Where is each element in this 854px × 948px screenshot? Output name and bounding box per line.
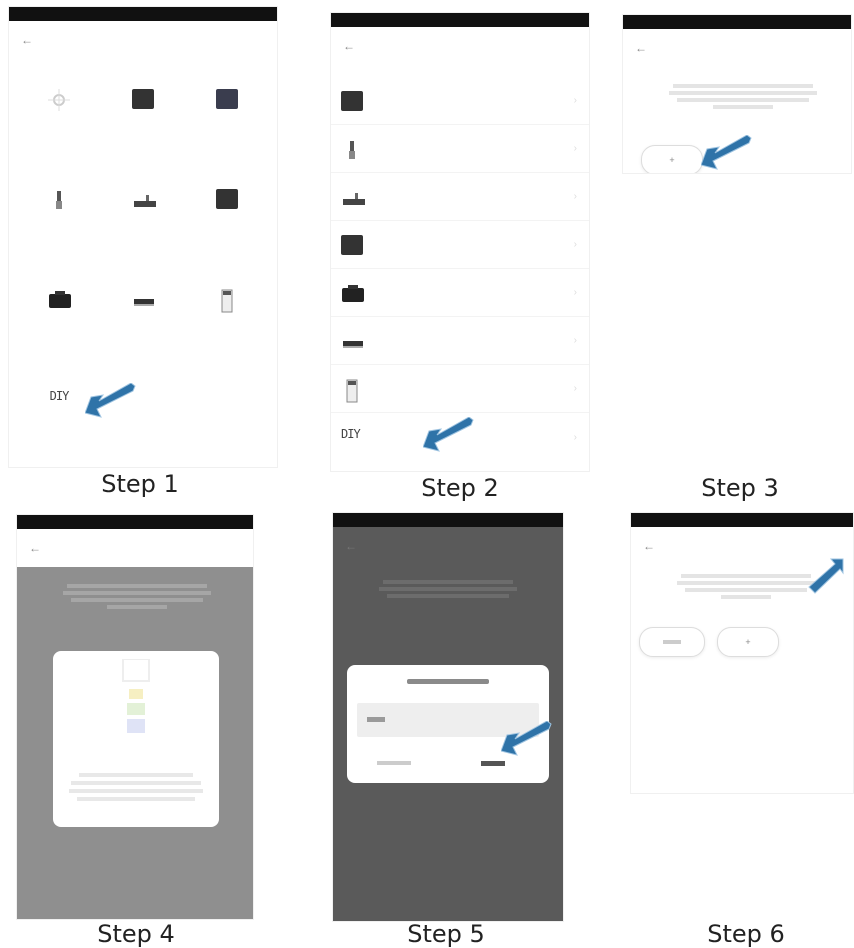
pointer-arrow-icon [423, 417, 474, 452]
add-button[interactable]: + [717, 627, 779, 657]
status-bar [631, 513, 853, 527]
diy-icon: DIY [49, 389, 70, 403]
title-bar: ← [623, 29, 851, 67]
chevron-right-icon: › [573, 431, 577, 443]
device-camera[interactable] [19, 289, 99, 331]
camera-icon [341, 283, 364, 303]
plus-icon: + [669, 155, 675, 165]
instruction-text [671, 571, 821, 602]
purifier-icon [341, 379, 363, 402]
step6-label: Step 6 [707, 920, 785, 948]
title-bar: ← [9, 21, 277, 59]
back-arrow-icon[interactable]: ← [345, 539, 357, 553]
back-arrow-icon[interactable]: ← [635, 41, 647, 55]
save-button[interactable] [481, 761, 505, 766]
learning-dialog [53, 651, 219, 827]
light-icon [48, 189, 70, 209]
back-arrow-icon[interactable]: ← [21, 33, 33, 47]
device-light[interactable] [19, 189, 99, 231]
heater-icon [341, 331, 363, 351]
audio-icon [216, 189, 238, 209]
device-dvd[interactable] [187, 89, 267, 131]
dialog-title [407, 679, 489, 684]
device-fan[interactable] [19, 89, 99, 131]
dvd-icon [216, 89, 238, 109]
back-arrow-icon[interactable]: ← [29, 541, 41, 555]
back-arrow-icon[interactable]: ← [343, 39, 355, 53]
device-heater[interactable] [103, 289, 183, 331]
step1-screen: ← DIY [8, 6, 278, 468]
key-label-placeholder [663, 640, 681, 644]
title-bar: ← [331, 27, 589, 65]
device-projector[interactable] [103, 189, 183, 231]
fan-icon [48, 89, 70, 111]
saved-key-button[interactable] [639, 627, 705, 657]
audio-icon [341, 234, 363, 255]
status-bar [9, 7, 277, 21]
plus-icon: + [745, 637, 751, 647]
chevron-right-icon: › [573, 95, 577, 106]
step1-label: Step 1 [101, 470, 179, 498]
back-arrow-icon[interactable]: ← [643, 539, 655, 553]
device-tv-box[interactable] [103, 89, 183, 131]
pointer-arrow-icon [501, 721, 552, 756]
instruction-text [663, 81, 823, 112]
list-item-heater[interactable]: › [331, 317, 589, 365]
step5-screen: ← [332, 512, 564, 922]
status-bar [17, 515, 253, 529]
light-icon [341, 139, 363, 159]
step2-screen: ← › › › › › › › DIY › [330, 12, 590, 472]
step4-label: Step 4 [97, 920, 175, 948]
list-item-tv[interactable]: › [331, 77, 589, 125]
step2-label: Step 2 [421, 474, 499, 502]
step3-screen: ← + [622, 14, 852, 174]
list-item-purifier[interactable]: › [331, 365, 589, 413]
step6-screen: ← + [630, 512, 854, 794]
chevron-right-icon: › [573, 287, 577, 298]
dialog-instruction [67, 769, 205, 805]
step4-screen: ← [16, 514, 254, 920]
instruction-text [373, 577, 523, 601]
pointer-arrow-icon [701, 135, 752, 170]
projector-icon [132, 189, 156, 209]
status-bar [623, 15, 851, 29]
projector-icon [341, 187, 365, 207]
chevron-right-icon: › [573, 383, 577, 394]
device-audio[interactable] [187, 189, 267, 231]
remote-illustration-icon [119, 658, 153, 739]
instruction-text [57, 581, 217, 612]
add-button[interactable]: + [641, 145, 703, 173]
status-bar [333, 513, 563, 527]
list-item-light[interactable]: › [331, 125, 589, 173]
tv-box-icon [132, 89, 154, 109]
heater-icon [132, 289, 154, 309]
purifier-icon [216, 289, 238, 313]
chevron-right-icon: › [573, 143, 577, 154]
list-item-camera[interactable]: › [331, 269, 589, 317]
camera-icon [48, 289, 71, 309]
title-bar: ← [333, 527, 563, 565]
chevron-right-icon: › [573, 239, 577, 250]
title-bar: ← [17, 529, 253, 567]
tv-icon [341, 90, 363, 111]
status-bar [331, 13, 589, 27]
device-purifier[interactable] [187, 289, 267, 331]
diy-icon: DIY [341, 427, 361, 441]
chevron-right-icon: › [573, 191, 577, 202]
list-item-audio[interactable]: › [331, 221, 589, 269]
step5-label: Step 5 [407, 920, 485, 948]
cancel-button[interactable] [377, 761, 411, 765]
pointer-arrow-icon [85, 383, 136, 418]
list-item-projector[interactable]: › [331, 173, 589, 221]
chevron-right-icon: › [573, 335, 577, 346]
pointer-arrow-icon [808, 558, 844, 594]
step3-label: Step 3 [701, 474, 779, 502]
